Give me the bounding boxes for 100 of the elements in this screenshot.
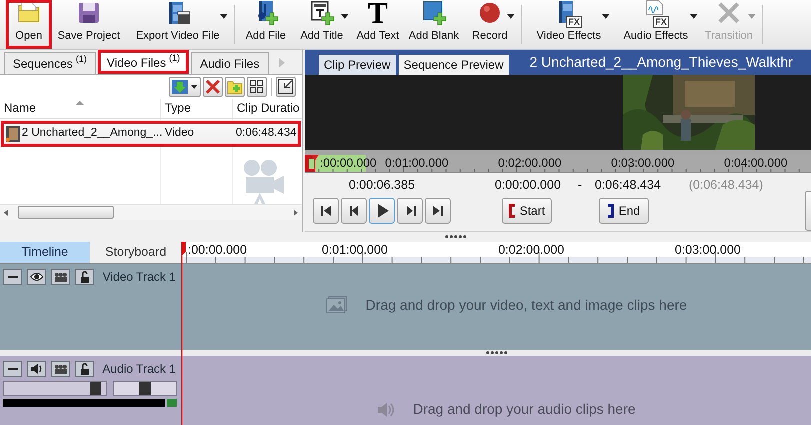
folder-plus-icon <box>227 79 243 95</box>
column-header[interactable]: Name <box>0 99 160 118</box>
ruler-label: 0:04:00.000 <box>724 156 788 170</box>
undock-icon <box>278 79 294 95</box>
grid-icon <box>249 79 265 95</box>
preview-tab[interactable]: Clip Preview <box>319 55 396 75</box>
lock-button[interactable] <box>75 269 94 285</box>
ruler-label: 0:03:00.000 <box>674 243 742 257</box>
ruler-label: 0:01:00.000 <box>385 156 449 170</box>
file-row[interactable]: 2 Uncharted_2__Among_... Video 0:06:48.434 <box>1 121 301 147</box>
clip-title: 2 Uncharted_2__Among_Thieves_Walkthr <box>530 53 794 72</box>
table-cell-text: Video <box>165 126 194 142</box>
drop-hint: Drag and drop your video, text and image clips here <box>366 296 688 315</box>
lock-icon <box>78 363 90 375</box>
timeline-tab[interactable]: Timeline <box>0 242 90 263</box>
skip-to-end-button[interactable] <box>425 198 451 224</box>
toolbar-button[interactable]: Add Blank <box>405 0 463 49</box>
toolbar-button[interactable]: Record <box>463 0 517 49</box>
collapse-button[interactable] <box>3 269 22 285</box>
undock-button[interactable] <box>276 77 296 97</box>
toolbar-button[interactable]: Add File <box>239 0 293 49</box>
track-name: Audio Track 1 <box>102 361 176 378</box>
bracket-icon <box>608 204 614 218</box>
eye-icon <box>30 272 44 282</box>
end-button[interactable]: End <box>599 198 649 224</box>
in-point-marker-icon[interactable] <box>305 155 315 172</box>
caret-icon <box>748 14 756 19</box>
import-arrow-icon <box>171 79 199 95</box>
track-name: Video Track 1 <box>102 269 176 286</box>
preview-tab[interactable]: Sequence Preview <box>398 55 509 75</box>
ruler-label: 0:02:00.000 <box>498 243 565 257</box>
play-button[interactable] <box>369 198 395 224</box>
step-back-button[interactable] <box>341 198 367 224</box>
library-tab[interactable]: Video Files (1) <box>98 50 190 74</box>
toolbar-button[interactable]: T Add Text <box>351 0 405 49</box>
people-icon <box>54 364 68 374</box>
delete-button[interactable] <box>203 77 223 97</box>
caret-icon <box>220 14 228 19</box>
speaker-icon <box>30 364 44 374</box>
caret-icon <box>602 14 610 19</box>
toolbar-button[interactable]: Add Title <box>293 0 351 49</box>
current-time: 0:00:06.385 <box>349 176 416 194</box>
table-cell-text: 0:06:48.434 <box>236 126 297 142</box>
collapse-button[interactable] <box>3 361 22 377</box>
pan-slider[interactable] <box>113 381 177 396</box>
speaker-icon <box>377 402 396 416</box>
playhead-icon[interactable] <box>311 155 319 172</box>
toolbar-button[interactable]: FX Audio Effects <box>612 0 700 49</box>
group-button[interactable] <box>51 361 70 377</box>
splitter-grip-icon[interactable] <box>486 351 508 355</box>
range-start-time: 0:00:00.000 <box>495 176 562 194</box>
ruler-label: 0:01:00.000 <box>322 243 388 257</box>
clip-duration: (0:06:48.434) <box>689 176 764 194</box>
caret-icon <box>341 14 349 19</box>
text-icon: T <box>368 0 388 28</box>
lock-icon <box>78 271 90 283</box>
ruler-label: :00:00.000 <box>320 156 377 170</box>
column-header[interactable]: Clip Duratio <box>232 99 302 118</box>
toolbar-button[interactable]: Export Video File <box>126 0 230 49</box>
table-cell-text: 2 Uncharted_2__Among_... <box>22 126 163 142</box>
image-icon <box>326 296 348 314</box>
delete-icon <box>205 79 221 95</box>
skip-to-start-button[interactable] <box>313 198 339 224</box>
minus-icon <box>6 273 18 281</box>
people-icon <box>54 272 68 282</box>
library-tab[interactable]: Audio Files <box>191 52 269 74</box>
sort-arrow-icon <box>76 101 84 105</box>
library-tab[interactable]: Sequences (1) <box>4 52 96 74</box>
minus-icon <box>6 365 18 373</box>
toolbar-button[interactable]: Save Project <box>52 0 126 49</box>
caret-icon <box>690 14 698 19</box>
range-end-time: 0:06:48.434 <box>595 176 662 194</box>
skip-start-icon <box>318 203 334 219</box>
step-forward-button[interactable] <box>397 198 423 224</box>
toolbar-button[interactable]: Open <box>6 0 52 49</box>
caret-icon <box>507 14 515 19</box>
horizontal-scrollbar[interactable] <box>0 204 302 220</box>
grid-view-button[interactable] <box>247 77 267 97</box>
lock-button[interactable] <box>75 361 94 377</box>
ruler-label: :00:00.000 <box>188 243 248 257</box>
video-thumbnail-icon <box>6 126 20 142</box>
square-plus-icon <box>421 0 447 26</box>
import-dropdown-button[interactable] <box>169 77 201 97</box>
x-icon <box>716 0 742 26</box>
ruler-label: 0:03:00.000 <box>611 156 675 170</box>
record-icon <box>477 0 503 26</box>
range-separator: - <box>578 176 582 194</box>
toolbar-button[interactable]: FX Video Effects <box>526 0 612 49</box>
splitter-grip-icon[interactable] <box>444 235 466 239</box>
bracket-icon <box>508 204 515 218</box>
title-plus-icon <box>309 0 335 26</box>
volume-slider[interactable] <box>3 381 107 396</box>
drop-hint: Drag and drop your audio clips here <box>413 400 636 419</box>
start-button[interactable]: Start <box>502 198 552 224</box>
column-header[interactable]: Type <box>160 99 232 118</box>
skip-end-icon <box>430 203 446 219</box>
ruler-label: 0:02:00.000 <box>498 156 562 170</box>
mute-button[interactable] <box>27 361 46 377</box>
group-button[interactable] <box>51 269 70 285</box>
visibility-button[interactable] <box>27 269 46 285</box>
